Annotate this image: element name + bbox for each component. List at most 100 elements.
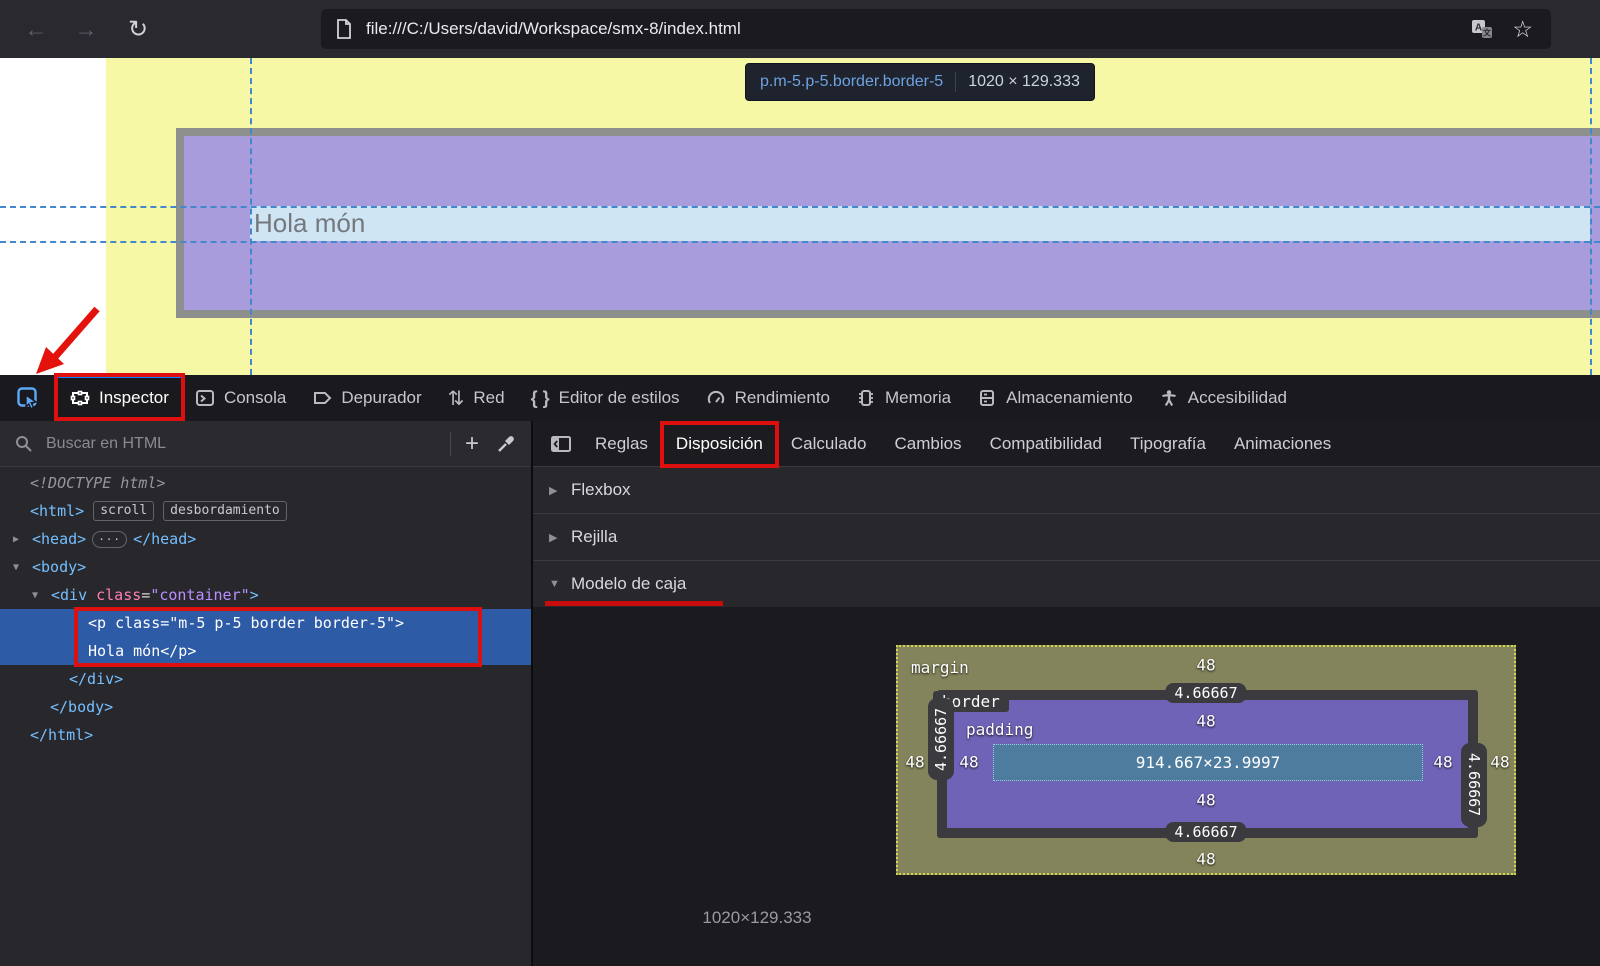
url-text: file:///C:/Users/david/Workspace/smx-8/i…: [366, 19, 741, 39]
tab-label-compatibility: Compatibilidad: [990, 434, 1102, 454]
tree-node-html-close[interactable]: </html>: [0, 721, 531, 749]
tab-label-console: Consola: [224, 388, 286, 408]
devtools-tab-inspector[interactable]: Inspector: [57, 375, 182, 421]
sidebar-tab-animations[interactable]: Animaciones: [1220, 421, 1345, 466]
tree-node-doctype[interactable]: <!DOCTYPE html>: [0, 469, 531, 497]
tree-node-html[interactable]: <html> scroll desbordamiento: [0, 497, 531, 525]
section-label-grid: Rejilla: [571, 527, 617, 547]
p-text-line: Hola món</p>: [0, 637, 531, 665]
firefox-window: ← → ↻ file:///C:/Users/david/Workspace/s…: [0, 0, 1600, 966]
padding-top-value[interactable]: 48: [1196, 712, 1215, 731]
sidebar-tab-fonts[interactable]: Tipografía: [1116, 421, 1220, 466]
section-label-box-model: Modelo de caja: [571, 574, 686, 594]
add-node-button[interactable]: +: [451, 421, 493, 466]
sidebar-tab-computed[interactable]: Calculado: [777, 421, 881, 466]
translate-icon[interactable]: A 文: [1470, 18, 1494, 40]
content-highlight-band: [250, 206, 1590, 241]
devtools-tab-performance[interactable]: Rendimiento: [693, 375, 843, 421]
tab-label-network: Red: [473, 388, 504, 408]
collapsed-ellipsis-pill[interactable]: ···: [92, 531, 127, 548]
tab-label-animations: Animaciones: [1234, 434, 1331, 454]
margin-left-value[interactable]: 48: [905, 753, 924, 772]
margin-bottom-value[interactable]: 48: [1196, 850, 1215, 869]
devtools-tab-accessibility[interactable]: Accesibilidad: [1146, 375, 1300, 421]
badge-overflow[interactable]: desbordamiento: [163, 501, 287, 521]
padding-bottom-value[interactable]: 48: [1196, 791, 1215, 810]
section-flexbox[interactable]: ▶ Flexbox: [533, 467, 1600, 514]
body-close-tag: </body>: [50, 698, 113, 716]
sidebar-tab-compatibility[interactable]: Compatibilidad: [976, 421, 1116, 466]
node-picker-button[interactable]: [0, 375, 57, 421]
section-label-flexbox: Flexbox: [571, 480, 631, 500]
tab-label-rules: Reglas: [595, 434, 648, 454]
tree-node-body[interactable]: ▼ <body>: [0, 553, 531, 581]
markup-tree: <!DOCTYPE html> <html> scroll desbordami…: [0, 467, 531, 749]
padding-right-value[interactable]: 48: [1433, 753, 1452, 772]
twisty-expanded-icon[interactable]: ▼: [13, 562, 32, 573]
border-left-value[interactable]: 4.66667: [928, 698, 954, 780]
tab-label-performance: Rendimiento: [735, 388, 830, 408]
node-picker-icon: [16, 386, 40, 410]
div-attr-value: "container": [150, 586, 249, 604]
margin-top-value[interactable]: 48: [1196, 656, 1215, 675]
devtools-tab-style-editor[interactable]: { } Editor de estilos: [518, 375, 693, 421]
performance-icon: [706, 389, 726, 407]
section-grid[interactable]: ▶ Rejilla: [533, 514, 1600, 561]
tab-label-changes: Cambios: [894, 434, 961, 454]
guide-line-right: [1590, 58, 1592, 375]
devtools-tab-storage[interactable]: Almacenamiento: [964, 375, 1146, 421]
border-top-value[interactable]: 4.66667: [1165, 683, 1246, 703]
tree-node-div-container[interactable]: ▼ <divclass="container">: [0, 581, 531, 609]
guide-line-left: [250, 58, 252, 375]
selected-node-row[interactable]: <p class="m-5 p-5 border border-5"> Hola…: [0, 609, 531, 665]
border-right-value[interactable]: 4.66667: [1461, 743, 1487, 827]
markup-search-row: +: [0, 421, 531, 467]
sidebar-toggle-button[interactable]: [541, 434, 581, 454]
devtools-tab-debugger[interactable]: Depurador: [299, 375, 434, 421]
tree-node-head[interactable]: ▶ <head> ··· </head>: [0, 525, 531, 553]
div-gt: >: [250, 586, 259, 604]
console-icon: [195, 389, 215, 407]
tab-label-memory: Memoria: [885, 388, 951, 408]
border-label: border: [933, 691, 1009, 712]
section-box-model[interactable]: ▼ Modelo de caja: [533, 561, 1600, 607]
margin-right-value[interactable]: 48: [1490, 753, 1509, 772]
padding-left-value[interactable]: 48: [959, 753, 978, 772]
back-icon: ←: [25, 16, 48, 43]
twisty-expanded-icon: ▼: [549, 578, 571, 590]
url-bar[interactable]: file:///C:/Users/david/Workspace/smx-8/i…: [321, 9, 1551, 49]
sidebar-tab-rules[interactable]: Reglas: [581, 421, 662, 466]
sidebar-tabs: Reglas Disposición Calculado Cambios Com…: [533, 421, 1600, 467]
devtools-tab-network[interactable]: ⇅ Red: [435, 375, 518, 421]
border-bottom-value[interactable]: 4.66667: [1165, 822, 1246, 842]
div-attr-eq: =: [141, 586, 150, 604]
head-close-tag: </head>: [133, 530, 196, 548]
network-icon: ⇅: [448, 386, 465, 411]
sidebar-tab-layout[interactable]: Disposición: [662, 421, 777, 466]
head-open-tag: <head>: [32, 530, 86, 548]
twisty-collapsed-icon[interactable]: ▶: [13, 534, 32, 545]
tree-node-div-close[interactable]: </div>: [0, 665, 531, 693]
inspector-icon: [70, 389, 90, 407]
box-model-padding-area: [947, 700, 1468, 828]
plus-icon: +: [465, 430, 479, 457]
twisty-expanded-icon[interactable]: ▼: [32, 590, 51, 601]
forward-button[interactable]: →: [68, 0, 104, 58]
bookmark-star-icon[interactable]: ☆: [1512, 18, 1533, 41]
eyedropper-icon[interactable]: [495, 433, 517, 455]
back-button[interactable]: ←: [18, 0, 54, 58]
badge-scroll[interactable]: scroll: [93, 501, 154, 521]
devtools-tab-memory[interactable]: Memoria: [843, 375, 964, 421]
devtools-tab-console[interactable]: Consola: [182, 375, 299, 421]
search-input[interactable]: [44, 434, 450, 454]
padding-label: padding: [966, 720, 1033, 739]
search-icon: [14, 434, 34, 454]
urlbar-actions: A 文 ☆: [1470, 9, 1533, 49]
tree-node-body-close[interactable]: </body>: [0, 693, 531, 721]
devtools-toolbar: Inspector Consola Depurador ⇅ Red { } Ed…: [0, 375, 1600, 422]
annotation-underline-box-model: [545, 601, 723, 606]
tab-label-inspector: Inspector: [99, 388, 169, 408]
sidebar-tab-changes[interactable]: Cambios: [880, 421, 975, 466]
twisty-collapsed-icon: ▶: [549, 531, 571, 544]
reload-button[interactable]: ↻: [120, 0, 156, 58]
